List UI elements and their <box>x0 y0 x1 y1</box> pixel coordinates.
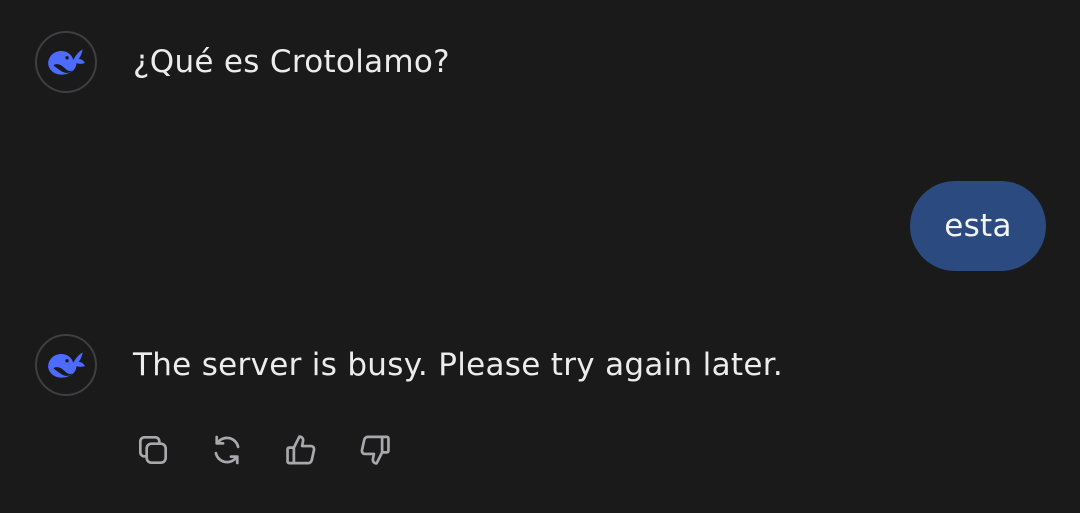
assistant-message-text: ¿Qué es Crotolamo? <box>133 44 450 80</box>
deepseek-whale-icon <box>48 352 85 378</box>
assistant-avatar <box>35 31 97 93</box>
regenerate-button[interactable] <box>206 429 248 471</box>
message-actions <box>132 429 428 471</box>
user-message-bubble: esta <box>910 181 1046 271</box>
thumbs-down-icon <box>360 435 390 465</box>
thumbs-down-button[interactable] <box>354 429 396 471</box>
user-message-text: esta <box>944 208 1012 244</box>
thumbs-up-button[interactable] <box>280 429 322 471</box>
thumbs-up-icon <box>286 435 316 465</box>
deepseek-whale-icon <box>48 49 85 75</box>
copy-button[interactable] <box>132 429 174 471</box>
assistant-avatar <box>35 334 97 396</box>
regenerate-icon <box>214 435 240 465</box>
assistant-message-text: The server is busy. Please try again lat… <box>133 347 784 383</box>
copy-icon <box>138 435 168 465</box>
